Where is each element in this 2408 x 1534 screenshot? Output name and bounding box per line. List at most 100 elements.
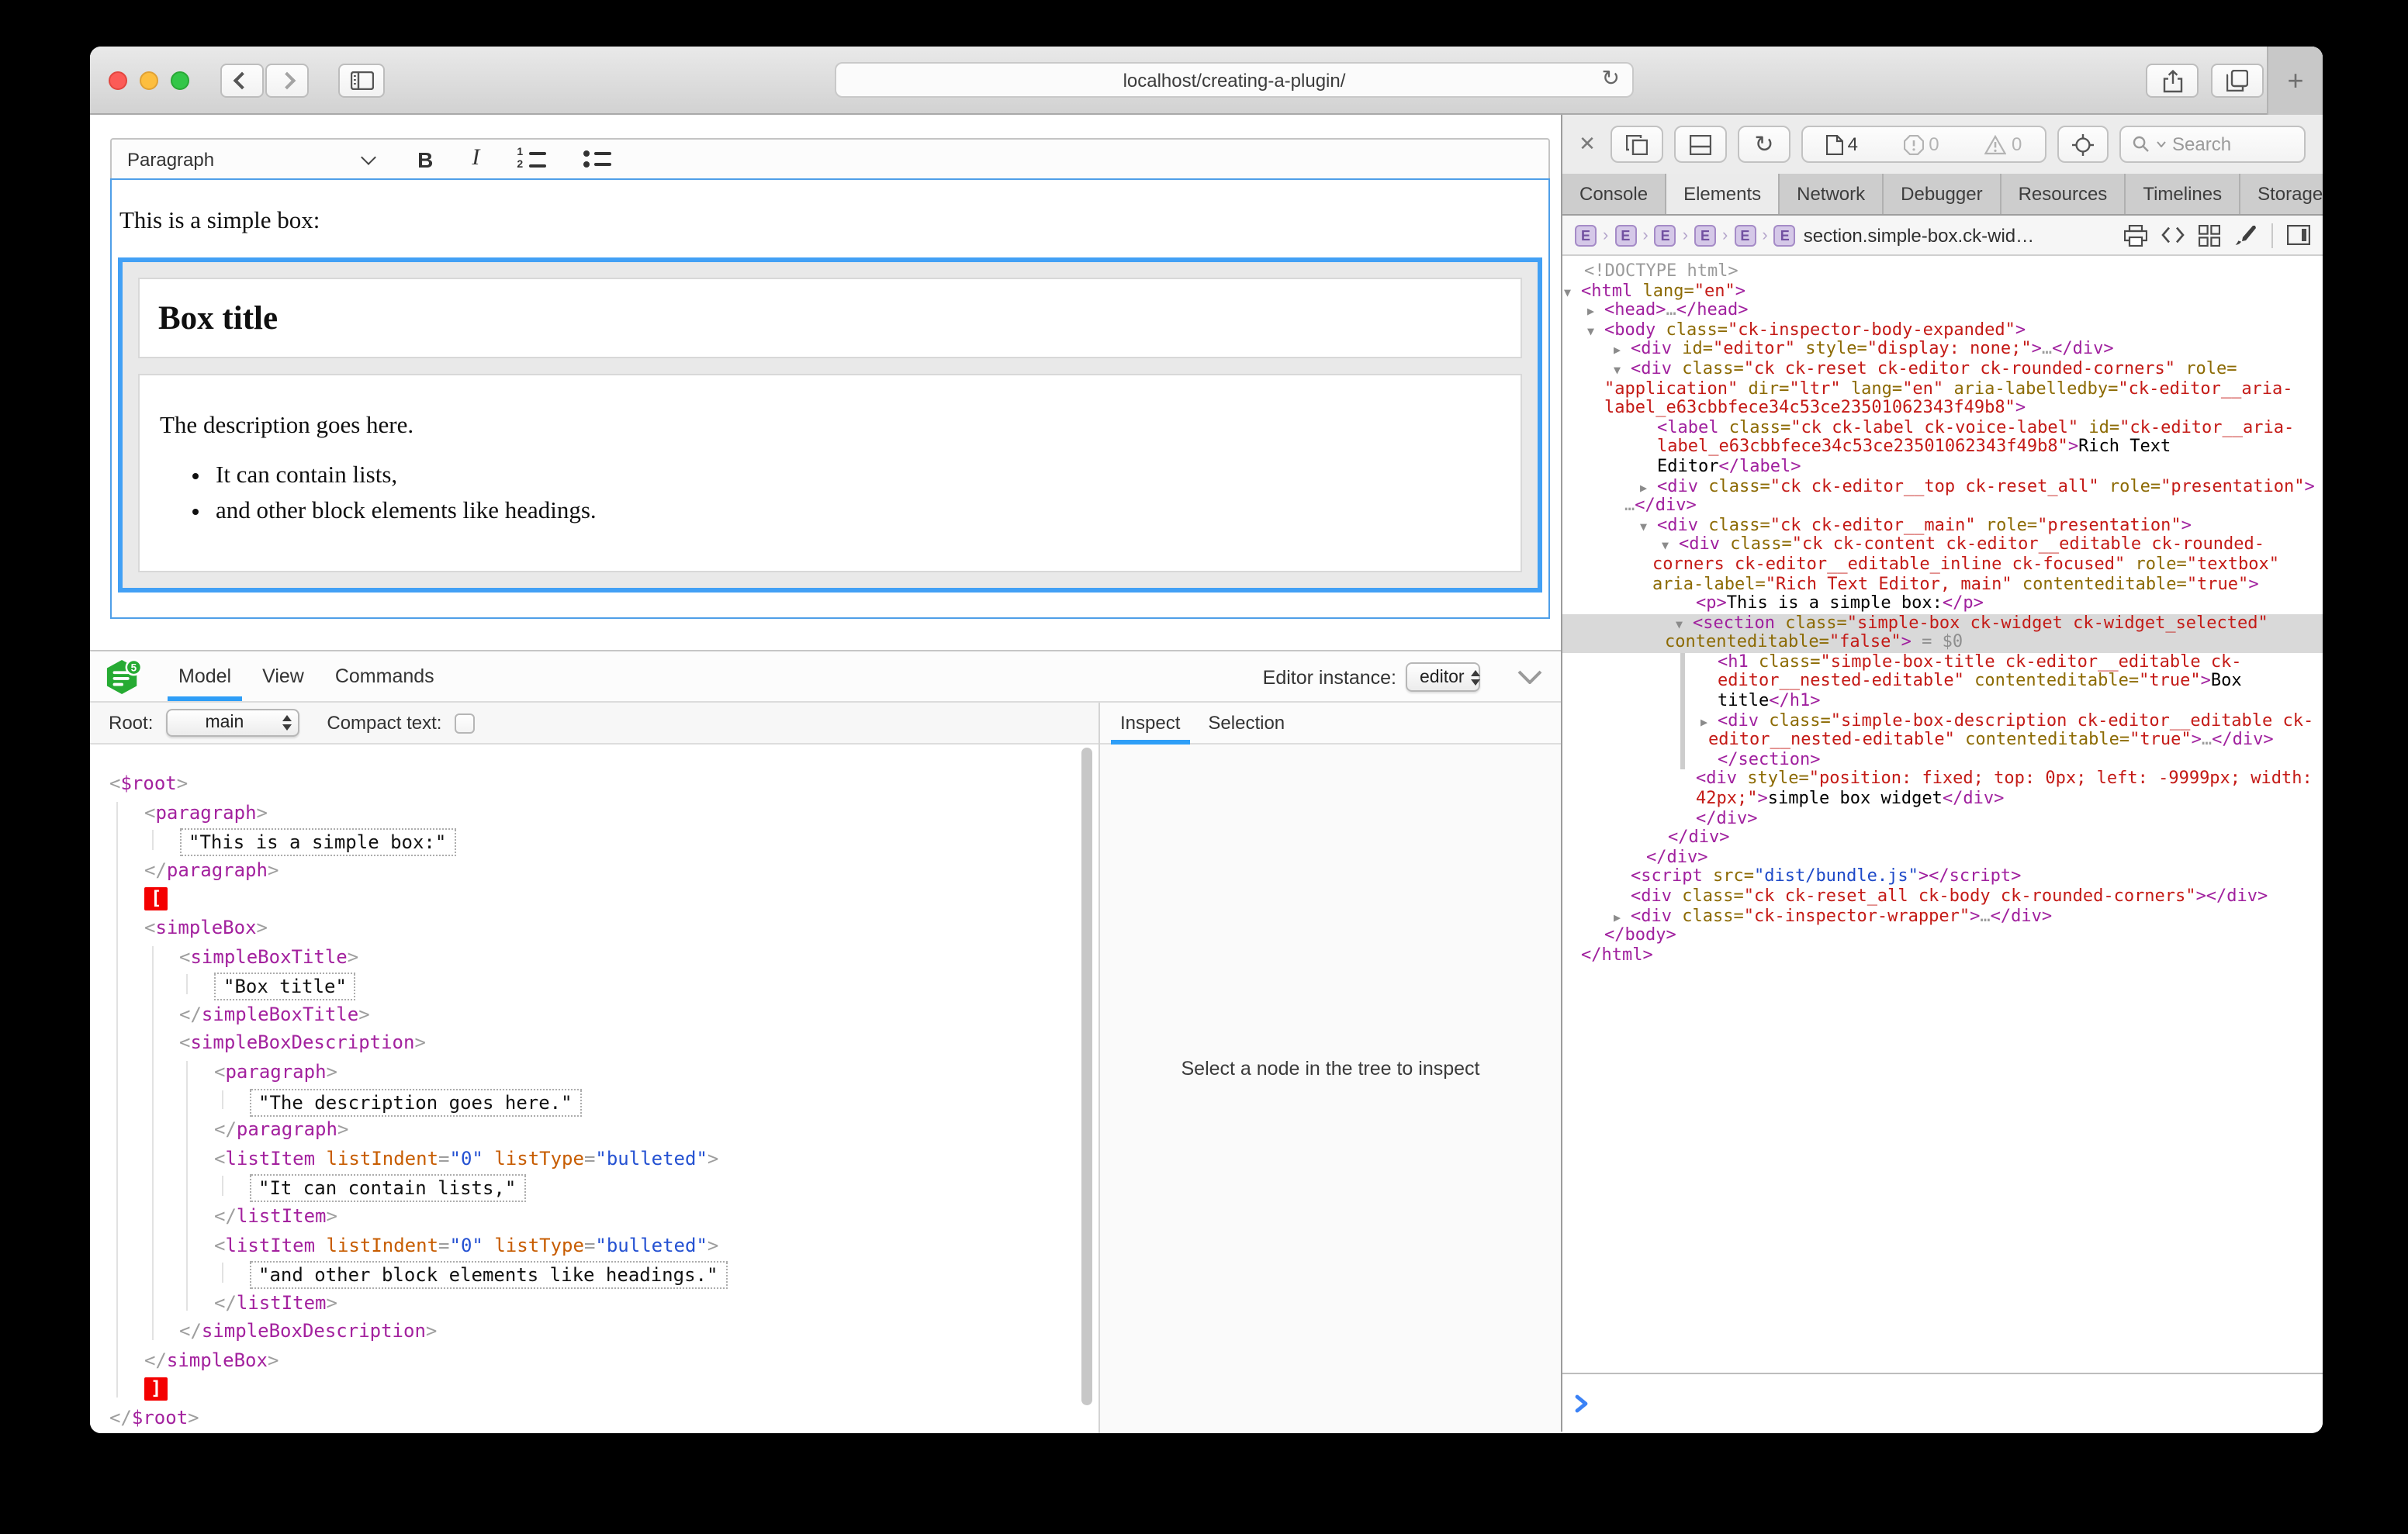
model-tree-node[interactable]: </listItem> [90,1202,1098,1231]
devtools-code-line[interactable]: ▼<div class="ck ck-reset ck-editor ck-ro… [1562,360,2323,379]
model-tree-node[interactable]: </paragraph> [90,1115,1098,1144]
devtools-code-line[interactable]: <div style="position: fixed; top: 0px; l… [1562,770,2323,789]
model-tree-node[interactable]: </$root> [90,1404,1098,1432]
model-text-node[interactable]: "and other block elements like headings.… [249,1261,727,1289]
devtools-code-line[interactable]: corners ck-editor__editable_inline ck-fo… [1562,555,2323,575]
devtools-code-line[interactable]: Editor</label> [1562,458,2323,477]
heading-dropdown[interactable]: Paragraph [127,148,214,170]
devtools-tab-timelines[interactable]: Timelines [2126,174,2240,214]
model-text-node[interactable]: "Box title" [214,973,356,1000]
list-item[interactable]: It can contain lists, [216,462,1502,490]
model-tree-node[interactable]: [ [90,885,1098,914]
show-source-icon[interactable] [2161,226,2185,244]
model-tree-node[interactable]: <listItem listIndent="0" listType="bulle… [90,1231,1098,1259]
collapse-inspector-button[interactable] [1517,670,1542,684]
model-tree-node[interactable]: </paragraph> [90,856,1098,885]
model-tree-node[interactable]: "It can contain lists," [90,1173,1098,1202]
disclosure-triangle-icon[interactable]: ▼ [1564,283,1571,302]
devtools-code-line[interactable]: ▼<body class="ck-inspector-body-expanded… [1562,321,2323,340]
breadcrumb-element-badge[interactable]: E [1774,224,1796,246]
model-tree-node[interactable]: <simpleBoxTitle> [90,942,1098,971]
devtools-code-line[interactable]: title</h1> [1562,692,2323,711]
devtools-search-field[interactable]: Search [2119,126,2306,163]
devtools-code-line[interactable]: ▼<html lang="en"> [1562,282,2323,301]
disclosure-triangle-icon[interactable]: ▶ [1700,713,1707,732]
description-paragraph[interactable]: The description goes here. [160,413,1502,441]
compact-text-checkbox[interactable] [454,713,474,733]
inspector-tab-commands[interactable]: Commands [335,651,434,701]
disclosure-triangle-icon[interactable]: ▶ [1587,302,1594,322]
devtools-code-line[interactable]: <p>This is a simple box:</p> [1562,594,2323,613]
numbered-list-button[interactable]: 1 2 [517,149,546,169]
devtools-code-line[interactable]: ▶<div class="ck ck-editor__top ck-reset_… [1562,477,2323,496]
breadcrumb-element-badge[interactable]: E [1614,224,1636,246]
devtools-code-line[interactable]: ▶<div id="editor" style="display: none;"… [1562,340,2323,360]
model-tree-node[interactable]: "This is a simple box:" [90,827,1098,855]
model-tree-node[interactable]: </simpleBox> [90,1346,1098,1375]
devtools-code-line[interactable]: <!DOCTYPE html> [1562,262,2323,282]
devtools-tab-storage[interactable]: Storage [2240,174,2323,214]
breadcrumb-current[interactable]: section.simple-box.ck-wid… [1804,224,2034,246]
model-tree-node[interactable]: "The description goes here." [90,1087,1098,1115]
breadcrumb-element-badge[interactable]: E [1575,224,1597,246]
model-text-node[interactable]: "The description goes here." [249,1088,582,1116]
node-inspector-tab-inspect[interactable]: Inspect [1120,702,1180,744]
disclosure-triangle-icon[interactable]: ▶ [1614,342,1621,361]
print-icon[interactable] [2124,224,2147,246]
devtools-code-line[interactable]: editor__nested-editable" contenteditable… [1562,731,2323,751]
simple-box-description[interactable]: The description goes here. It can contai… [138,374,1522,572]
back-button[interactable] [220,64,264,98]
model-tree-node[interactable]: </simpleBoxTitle> [90,1000,1098,1029]
node-inspector-tab-selection[interactable]: Selection [1208,702,1285,744]
breadcrumb-element-badge[interactable]: E [1694,224,1716,246]
devtools-code-line[interactable]: ▶<div class="ck-inspector-wrapper">…</di… [1562,907,2323,926]
forward-button[interactable] [265,64,309,98]
devtools-tab-network[interactable]: Network [1780,174,1884,214]
devtools-code-line[interactable]: aria-label="Rich Text Editor, main" cont… [1562,575,2323,594]
console-prompt[interactable] [1562,1373,2323,1432]
new-tab-button[interactable]: + [2267,47,2323,115]
model-tree-node[interactable]: <listItem listIndent="0" listType="bulle… [90,1144,1098,1173]
model-tree-node[interactable]: <paragraph> [90,798,1098,827]
devtools-code-line[interactable]: contenteditable="false"> = $0 [1562,634,2323,653]
intro-paragraph[interactable]: This is a simple box: [119,208,1542,236]
simple-box-widget[interactable]: Box title The description goes here. It … [118,257,1542,593]
devtools-code-line[interactable]: <script src="dist/bundle.js"></script> [1562,868,2323,887]
devtools-code-line[interactable]: </div> [1562,848,2323,868]
box-title-heading[interactable]: Box title [158,299,278,337]
styles-brush-icon[interactable] [2234,223,2258,247]
devtools-code-line[interactable]: </body> [1562,926,2323,945]
model-tree-node[interactable]: ] [90,1375,1098,1404]
italic-button[interactable]: I [472,146,479,172]
devtools-code-line[interactable]: <label class="ck ck-label ck-voice-label… [1562,419,2323,438]
devtools-code-line[interactable]: </section> [1562,751,2323,770]
breadcrumb-element-badge[interactable]: E [1655,224,1676,246]
devtools-code-line[interactable]: </div> [1562,828,2323,848]
editor-content[interactable]: This is a simple box: Box title The desc… [110,178,1550,619]
resource-status-button[interactable]: 4 0 0 [1801,126,2046,163]
devtools-code-line[interactable]: label_e63cbbfece34c53ce23501062343f49b8"… [1562,399,2323,418]
bulleted-list-button[interactable] [583,150,611,168]
devtools-code-line[interactable]: label_e63cbbfece34c53ce23501062343f49b8"… [1562,438,2323,458]
zoom-window-button[interactable] [171,71,189,90]
tree-scrollbar[interactable] [1081,748,1092,1405]
model-tree-node[interactable]: <simpleBoxDescription> [90,1029,1098,1058]
inspector-tab-view[interactable]: View [262,651,304,701]
devtools-code-line[interactable]: <div class="ck ck-reset_all ck-body ck-r… [1562,887,2323,907]
model-text-node[interactable]: "It can contain lists," [249,1175,525,1203]
reload-icon[interactable]: ↻ [1602,65,1620,92]
devtools-code-line[interactable]: ▼<section class="simple-box ck-widget ck… [1562,613,2323,633]
dock-devtools-button[interactable] [1674,126,1727,163]
model-text-node[interactable]: "This is a simple box:" [179,828,455,856]
model-tree-node[interactable]: </simpleBoxDescription> [90,1318,1098,1346]
root-select[interactable]: main [165,709,299,737]
breadcrumb-element-badge[interactable]: E [1734,224,1756,246]
model-tree-node[interactable]: <$root> [90,769,1098,798]
devtools-code-line[interactable]: ▼<div class="ck ck-editor__main" role="p… [1562,516,2323,535]
model-tree-node[interactable]: "Box title" [90,971,1098,1000]
inspect-element-button[interactable] [2057,126,2109,163]
devtools-code-line[interactable]: <h1 class="simple-box-title ck-editor__e… [1562,653,2323,672]
editor-instance-select[interactable]: editor [1406,662,1480,692]
devtools-tab-resources[interactable]: Resources [2001,174,2126,214]
inspector-tab-model[interactable]: Model [178,651,231,701]
